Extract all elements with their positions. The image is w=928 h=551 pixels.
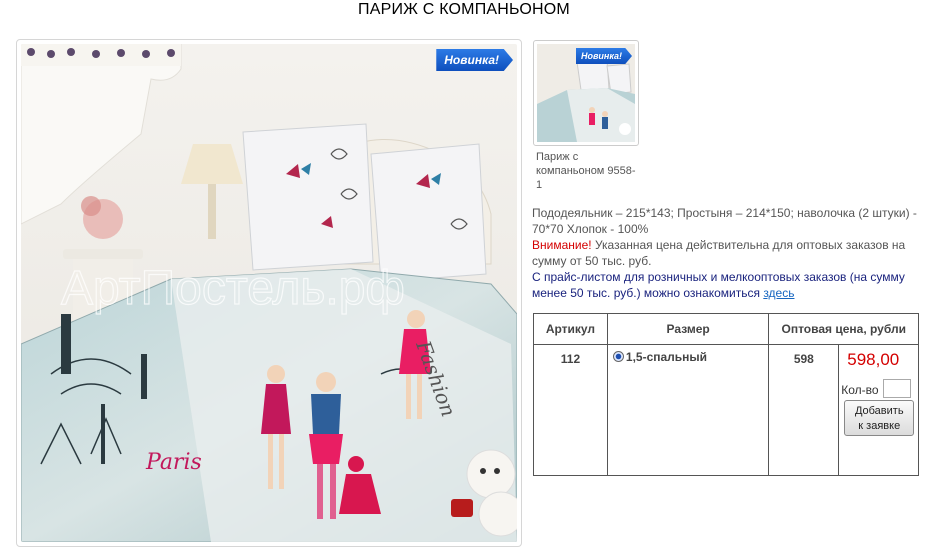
size-label: 1,5-спальный — [625, 350, 708, 364]
quantity-label: Кол-во — [841, 383, 879, 397]
column-header-size: Размер — [606, 313, 770, 345]
order-cell: 598,00 Кол-во Добавить к заявке — [838, 344, 919, 476]
retail-price-note: С прайс-листом для розничных и мелкоопто… — [532, 270, 905, 300]
size-radio[interactable] — [612, 351, 624, 362]
price-table: Артикул Размер Оптовая цена, рубли 112 1… — [533, 313, 919, 476]
thumbnail-new-badge: Новинка! — [575, 48, 632, 64]
price-cell: 598 — [768, 344, 840, 476]
column-header-price: Оптовая цена, рубли — [768, 313, 919, 345]
add-button-line1: Добавить — [854, 405, 904, 417]
bedding-illustration: Paris Fashion АртПостель.рф — [21, 44, 517, 542]
product-specs: Пододеяльник – 215*143; Простыня – 214*1… — [532, 206, 917, 236]
thumbnail-caption[interactable]: Париж с компаньоном 9558-1 — [536, 150, 636, 192]
table-row: 112 1,5-спальный 598 598,00 Кол-во Добав… — [533, 344, 919, 476]
total-price: 598,00 — [847, 350, 900, 369]
warning-label: Внимание! — [532, 238, 592, 252]
add-to-order-button[interactable]: Добавить к заявке — [844, 400, 915, 436]
product-description: Пододеяльник – 215*143; Простыня – 214*1… — [532, 205, 922, 301]
product-thumbnail[interactable]: Новинка! — [533, 40, 639, 146]
article-cell: 112 — [533, 344, 608, 476]
quantity-input[interactable] — [883, 379, 912, 398]
product-main-photo[interactable]: Paris Fashion АртПостель.рф Новинка! — [16, 39, 522, 547]
add-button-line2: к заявке — [858, 420, 901, 432]
bedding-photo: Paris Fashion АртПостель.рф Новинка! — [21, 44, 517, 542]
retail-price-link[interactable]: здесь — [763, 286, 794, 300]
column-header-article: Артикул — [533, 313, 608, 345]
size-cell: 1,5-спальный — [606, 344, 770, 476]
thumbnail-image: Новинка! — [537, 44, 635, 142]
svg-text:Paris: Paris — [145, 450, 202, 475]
page-title: ПАРИЖ С КОМПАНЬОНОМ — [358, 1, 570, 18]
new-badge: Новинка! — [436, 49, 513, 71]
watermark-text: АртПостель.рф — [61, 262, 405, 315]
